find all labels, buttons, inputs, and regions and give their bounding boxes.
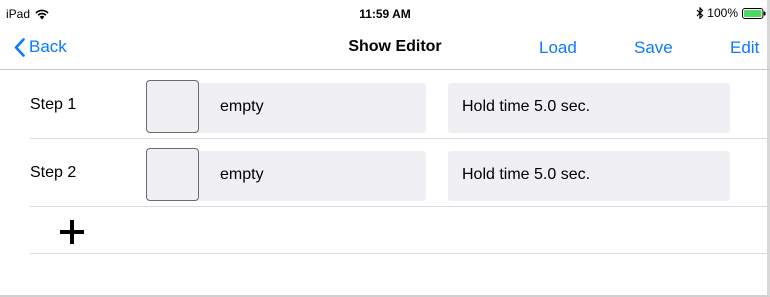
back-button[interactable]: Back xyxy=(14,37,67,57)
step-row-1: Step 1 empty Hold time 5.0 sec. xyxy=(30,75,770,139)
step-label: Step 2 xyxy=(30,164,77,181)
status-time: 11:59 AM xyxy=(359,7,411,21)
plus-icon[interactable] xyxy=(60,220,84,244)
back-label: Back xyxy=(29,37,67,56)
navigation-bar: Back Show Editor Load Save Edit xyxy=(0,26,770,70)
chevron-left-icon xyxy=(14,37,25,57)
hold-time-label: Hold time 5.0 sec. xyxy=(462,166,591,183)
page-title: Show Editor xyxy=(348,38,442,55)
edit-button[interactable]: Edit xyxy=(730,38,759,58)
status-right: 100% xyxy=(696,6,766,20)
load-button[interactable]: Load xyxy=(539,38,577,58)
step-value: empty xyxy=(220,98,264,115)
step-row-2: Step 2 empty Hold time 5.0 sec. xyxy=(30,143,770,207)
ipad-screen: iPad 11:59 AM 100% Back Show Editor Load… xyxy=(0,0,770,297)
bluetooth-icon xyxy=(696,7,704,19)
battery-percent: 100% xyxy=(707,6,738,20)
color-swatch-button[interactable] xyxy=(146,148,199,201)
hold-time-label: Hold time 5.0 sec. xyxy=(462,98,591,115)
step-label: Step 1 xyxy=(30,96,77,113)
hold-time-field[interactable]: Hold time 5.0 sec. xyxy=(448,151,730,201)
step-value: empty xyxy=(220,166,264,183)
status-bar: iPad 11:59 AM 100% xyxy=(0,0,770,26)
color-swatch-button[interactable] xyxy=(146,80,199,133)
add-step-row xyxy=(30,210,770,254)
save-button[interactable]: Save xyxy=(634,38,673,58)
hold-time-field[interactable]: Hold time 5.0 sec. xyxy=(448,83,730,133)
battery-icon xyxy=(742,7,766,19)
